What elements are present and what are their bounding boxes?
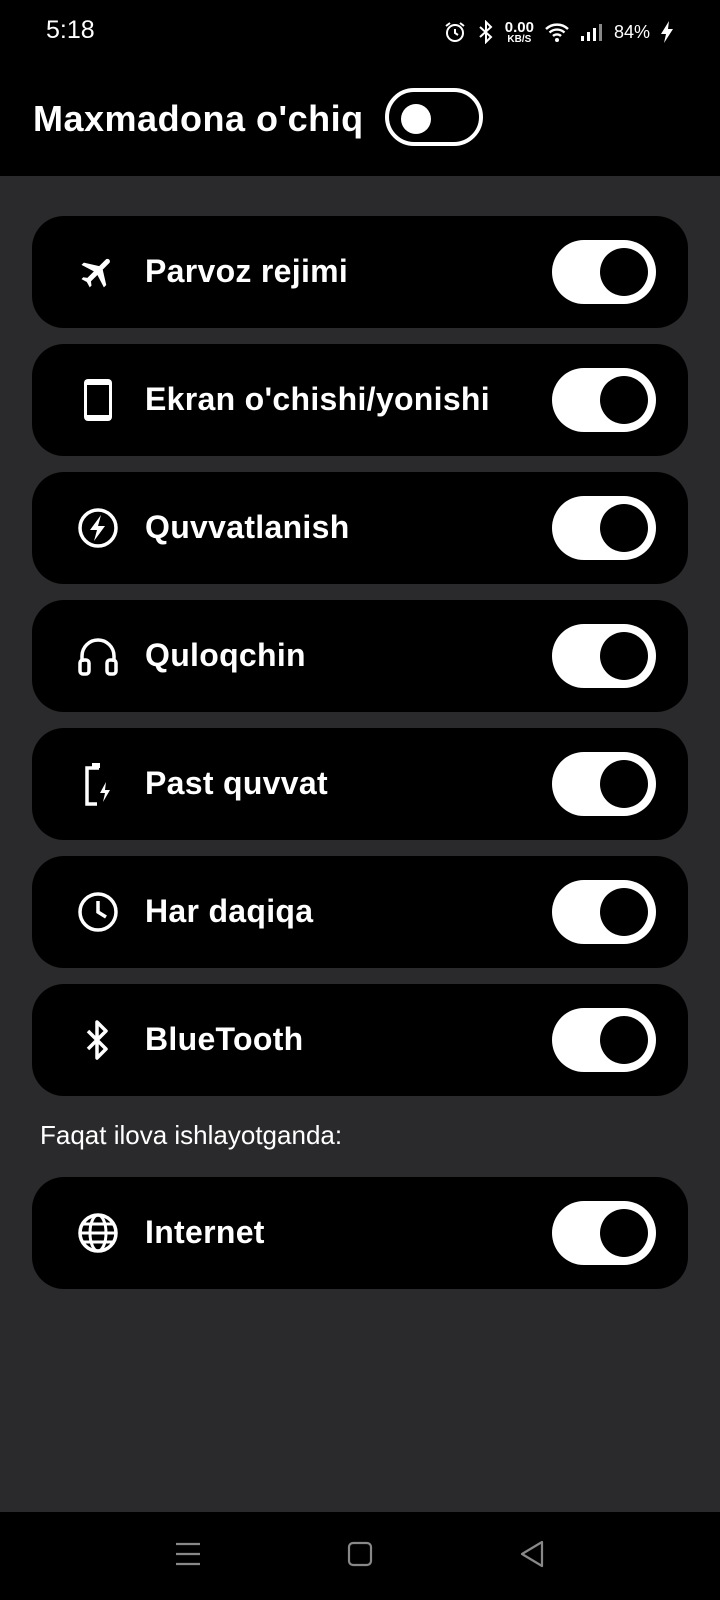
setting-bluetooth[interactable]: BlueTooth — [32, 984, 688, 1096]
back-button[interactable] — [508, 1532, 556, 1580]
setting-label: Quvvatlanish — [145, 509, 350, 545]
toggle-knob — [600, 632, 648, 680]
low-battery-icon — [76, 762, 120, 806]
navigation-bar — [0, 1512, 720, 1600]
alarm-icon — [443, 20, 467, 44]
bluetooth-icon — [477, 20, 495, 44]
setting-airplane-mode[interactable]: Parvoz rejimi — [32, 216, 688, 328]
status-icons: 0.00 KB/S 84% — [443, 14, 674, 50]
setting-label: Internet — [145, 1214, 265, 1250]
toggle-knob — [600, 504, 648, 552]
home-icon — [347, 1541, 373, 1572]
toggle-knob — [600, 376, 648, 424]
toggle-knob — [600, 1016, 648, 1064]
setting-label: Ekran o'chishi/yonishi — [145, 381, 490, 417]
section-label-app-only: Faqat ilova ishlayotganda: — [40, 1120, 343, 1150]
toggle-switch[interactable] — [552, 624, 656, 688]
toggle-switch[interactable] — [552, 496, 656, 560]
setting-every-minute[interactable]: Har daqiqa — [32, 856, 688, 968]
net-speed: 0.00 KB/S — [504, 18, 534, 45]
setting-label: BlueTooth — [145, 1021, 304, 1057]
home-button[interactable] — [336, 1532, 384, 1580]
master-switch[interactable] — [385, 88, 483, 146]
setting-label: Parvoz rejimi — [145, 253, 349, 289]
toggle-switch[interactable] — [552, 1008, 656, 1072]
page-title: Maxmadona o'chiq — [33, 98, 364, 139]
menu-button[interactable] — [164, 1532, 212, 1580]
toggle-knob — [600, 1209, 648, 1257]
signal-icon — [580, 22, 604, 42]
setting-label: Har daqiqa — [145, 893, 314, 929]
phone-screen-icon — [76, 378, 120, 422]
charging-icon — [660, 20, 674, 44]
globe-icon — [76, 1211, 120, 1255]
headphones-icon — [76, 634, 120, 678]
header: Maxmadona o'chiq — [0, 64, 720, 176]
setting-label: Quloqchin — [145, 637, 306, 673]
setting-screen-on-off[interactable]: Ekran o'chishi/yonishi — [32, 344, 688, 456]
setting-charging[interactable]: Quvvatlanish — [32, 472, 688, 584]
battery-level: 84% — [613, 21, 650, 42]
charging-bolt-icon — [76, 506, 120, 550]
menu-icon — [174, 1541, 202, 1572]
toggle-knob — [600, 888, 648, 936]
back-icon — [519, 1540, 545, 1573]
toggle-knob — [600, 248, 648, 296]
status-time: 5:18 — [46, 16, 95, 44]
toggle-switch[interactable] — [552, 880, 656, 944]
setting-label: Past quvvat — [145, 765, 328, 801]
toggle-switch[interactable] — [552, 368, 656, 432]
setting-low-battery[interactable]: Past quvvat — [32, 728, 688, 840]
toggle-switch[interactable] — [552, 752, 656, 816]
wifi-icon — [544, 21, 570, 43]
toggle-switch[interactable] — [552, 1201, 656, 1265]
airplane-icon — [76, 250, 120, 294]
bluetooth-icon — [76, 1018, 120, 1062]
master-switch-knob — [401, 104, 431, 134]
setting-internet[interactable]: Internet — [32, 1177, 688, 1289]
toggle-knob — [600, 760, 648, 808]
clock-icon — [76, 890, 120, 934]
status-bar: 5:18 0.00 KB/S 84% — [0, 0, 720, 64]
toggle-switch[interactable] — [552, 240, 656, 304]
setting-headphones[interactable]: Quloqchin — [32, 600, 688, 712]
